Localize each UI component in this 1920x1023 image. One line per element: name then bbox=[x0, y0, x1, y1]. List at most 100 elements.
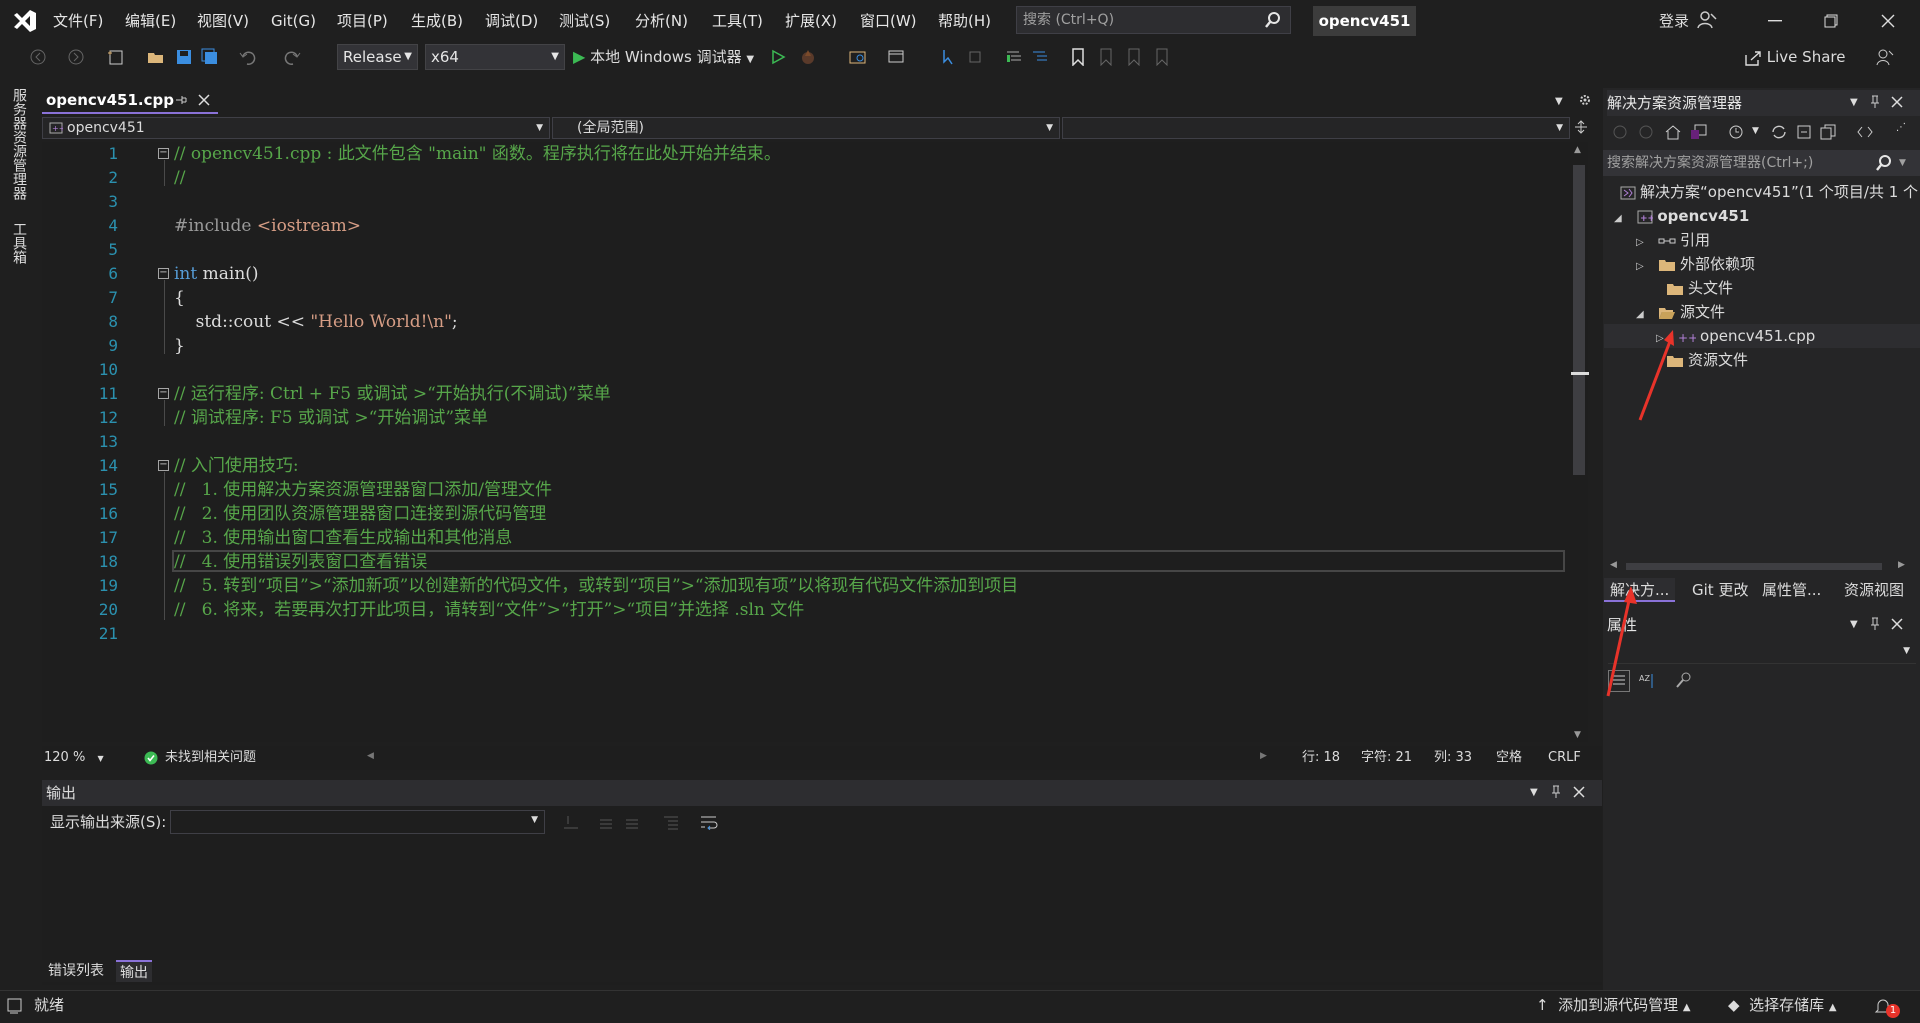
uncomment-icon[interactable] bbox=[1030, 47, 1050, 67]
start-debugger-button[interactable]: ▶ 本地 Windows 调试器 ▼ bbox=[573, 42, 754, 72]
sign-in-link[interactable]: 登录 bbox=[1659, 0, 1689, 42]
chevron-down-icon[interactable]: ▼ bbox=[1752, 126, 1759, 136]
line-ending-indicator[interactable]: CRLF bbox=[1548, 746, 1581, 770]
output-source-select[interactable]: ▼ bbox=[170, 810, 545, 834]
server-explorer-tab[interactable]: 服务器资源管理器 bbox=[6, 88, 30, 208]
save-all-icon[interactable] bbox=[200, 47, 220, 67]
whitespace-indicator[interactable]: 空格 bbox=[1496, 746, 1522, 770]
scrollbar-thumb[interactable] bbox=[1573, 165, 1585, 475]
home-icon[interactable] bbox=[1664, 124, 1682, 140]
word-wrap-icon[interactable] bbox=[700, 814, 718, 830]
menu-analyze[interactable]: 分析(N) bbox=[626, 0, 697, 42]
clear-all-icon[interactable] bbox=[662, 814, 680, 830]
scroll-right-icon[interactable]: ▶ bbox=[1898, 560, 1905, 570]
column-indicator[interactable]: 列: 33 bbox=[1434, 746, 1472, 770]
close-panel-icon[interactable] bbox=[1891, 96, 1903, 108]
gear-icon[interactable] bbox=[1578, 93, 1592, 107]
menu-test[interactable]: 测试(S) bbox=[550, 0, 619, 42]
clear-bookmarks-icon[interactable] bbox=[1152, 47, 1172, 67]
char-indicator[interactable]: 字符: 21 bbox=[1361, 746, 1412, 770]
tab-property-manager[interactable]: 属性管... bbox=[1756, 578, 1827, 602]
prev-message-icon[interactable] bbox=[598, 814, 616, 830]
switch-views-icon[interactable] bbox=[1690, 124, 1708, 140]
configuration-select[interactable]: Release ▼ bbox=[337, 44, 418, 70]
add-to-source-control-button[interactable]: ↑ 添加到源代码管理 ▲ bbox=[1536, 990, 1691, 1023]
menu-debug[interactable]: 调试(D) bbox=[476, 0, 547, 42]
next-bookmark-icon[interactable] bbox=[1124, 47, 1144, 67]
toolbox-tab[interactable]: 工具箱 bbox=[6, 222, 30, 282]
tab-git-changes[interactable]: Git 更改 bbox=[1686, 578, 1754, 602]
back-icon[interactable] bbox=[1612, 124, 1628, 140]
account-icon[interactable] bbox=[1697, 10, 1717, 30]
tab-output[interactable]: 输出 bbox=[116, 960, 152, 982]
tab-opencv451-cpp[interactable]: opencv451.cpp bbox=[42, 88, 218, 114]
menu-help[interactable]: 帮助(H) bbox=[929, 0, 1000, 42]
tree-project[interactable]: ◢ ++ opencv451 bbox=[1614, 204, 1749, 228]
display-layout-icon[interactable] bbox=[966, 47, 986, 67]
menu-tools[interactable]: 工具(T) bbox=[703, 0, 772, 42]
forward-icon[interactable] bbox=[66, 47, 86, 67]
fold-toggle[interactable]: − bbox=[158, 388, 169, 399]
menu-extensions[interactable]: 扩展(X) bbox=[776, 0, 846, 42]
pending-changes-filter-icon[interactable] bbox=[1728, 124, 1746, 140]
live-share-button[interactable]: Live Share bbox=[1744, 42, 1845, 72]
menu-project[interactable]: 项目(P) bbox=[328, 0, 397, 42]
menu-view[interactable]: 视图(V) bbox=[188, 0, 258, 42]
fold-toggle[interactable]: − bbox=[158, 268, 169, 279]
scroll-up-icon[interactable]: ▲ bbox=[1574, 145, 1581, 155]
find-message-icon[interactable] bbox=[562, 814, 580, 830]
collapse-all-icon[interactable] bbox=[1796, 124, 1812, 140]
tree-references[interactable]: ▷ 引用 bbox=[1636, 228, 1710, 252]
open-folder-icon[interactable] bbox=[146, 47, 166, 67]
hscroll-left-icon[interactable]: ◀ bbox=[367, 751, 374, 761]
comment-out-icon[interactable] bbox=[1004, 47, 1024, 67]
new-item-icon[interactable] bbox=[106, 47, 126, 67]
pin-icon[interactable] bbox=[174, 93, 188, 107]
menu-edit[interactable]: 编辑(E) bbox=[116, 0, 185, 42]
split-view-icon[interactable] bbox=[1574, 120, 1588, 134]
feedback-icon[interactable] bbox=[1875, 47, 1895, 67]
platform-select[interactable]: x64 ▼ bbox=[425, 44, 565, 70]
tab-overflow-icon[interactable]: ▼ bbox=[1555, 96, 1563, 107]
tree-external-dependencies[interactable]: ▷ 外部依赖项 bbox=[1636, 252, 1755, 276]
hscroll-right-icon[interactable]: ▶ bbox=[1260, 751, 1267, 761]
close-window-icon[interactable] bbox=[1860, 0, 1916, 42]
close-panel-icon[interactable] bbox=[1891, 618, 1903, 630]
panel-menu-icon[interactable]: ▼ bbox=[1850, 97, 1858, 108]
panel-menu-icon[interactable]: ▼ bbox=[1530, 787, 1538, 798]
close-panel-icon[interactable] bbox=[1573, 786, 1585, 798]
back-icon[interactable] bbox=[28, 47, 48, 67]
hot-reload-icon[interactable] bbox=[798, 47, 818, 67]
solution-search-input[interactable]: 搜索解决方案资源管理器(Ctrl+;) ▼ bbox=[1603, 150, 1920, 176]
forward-icon[interactable] bbox=[1638, 124, 1654, 140]
project-dropdown[interactable]: ++ opencv451 ▼ bbox=[42, 117, 550, 139]
menu-window[interactable]: 窗口(W) bbox=[851, 0, 926, 42]
undo-icon[interactable] bbox=[238, 47, 258, 67]
save-icon[interactable] bbox=[174, 47, 194, 67]
show-all-files-icon[interactable] bbox=[1820, 124, 1836, 140]
bookmark-icon[interactable] bbox=[1068, 47, 1088, 67]
select-element-icon[interactable] bbox=[940, 47, 960, 67]
issues-status[interactable]: 未找到相关问题 bbox=[165, 746, 256, 770]
menu-git[interactable]: Git(G) bbox=[262, 0, 325, 42]
scroll-down-icon[interactable]: ▼ bbox=[1574, 730, 1581, 740]
menu-build[interactable]: 生成(B) bbox=[402, 0, 472, 42]
window-layout-icon[interactable] bbox=[886, 47, 906, 67]
restore-icon[interactable] bbox=[1803, 0, 1859, 42]
expanded-arrow-icon[interactable]: ◢ bbox=[1614, 213, 1622, 224]
redo-icon[interactable] bbox=[282, 47, 302, 67]
tree-solution[interactable]: 解决方案“opencv451”(1 个项目/共 1 个 bbox=[1620, 180, 1918, 204]
close-tab-icon[interactable] bbox=[198, 94, 210, 106]
next-message-icon[interactable] bbox=[624, 814, 642, 830]
select-repository-button[interactable]: ◆ 选择存储库 ▲ bbox=[1728, 990, 1837, 1023]
output-window-icon[interactable] bbox=[6, 997, 24, 1015]
tab-error-list[interactable]: 错误列表 bbox=[44, 960, 108, 982]
member-dropdown[interactable]: ▼ bbox=[1062, 117, 1570, 139]
refresh-icon[interactable] bbox=[1770, 124, 1788, 140]
zoom-select[interactable]: 120 % ▼ bbox=[44, 746, 104, 771]
tab-resource-view[interactable]: 资源视图 bbox=[1838, 578, 1910, 602]
collapsed-arrow-icon[interactable]: ▷ bbox=[1636, 237, 1644, 248]
collapsed-arrow-icon[interactable]: ▷ bbox=[1636, 261, 1644, 272]
menu-file[interactable]: 文件(F) bbox=[44, 0, 112, 42]
pin-icon[interactable] bbox=[1869, 95, 1881, 109]
